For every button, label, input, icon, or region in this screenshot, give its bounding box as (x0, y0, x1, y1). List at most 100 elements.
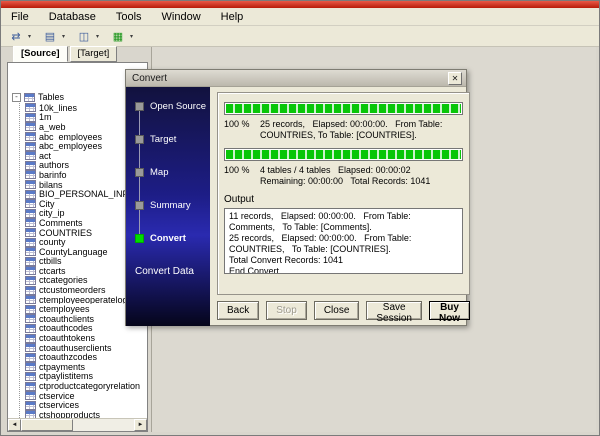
close-button[interactable]: Close (314, 301, 360, 320)
step-label: Map (150, 167, 168, 178)
table-icon (25, 295, 36, 304)
tree-item-label: ctcategories (39, 276, 88, 286)
wizard-step-map: Map (135, 167, 210, 178)
table-icon (25, 218, 36, 227)
tree-item[interactable]: ctpayments (25, 362, 145, 372)
output-line: Total Convert Records: 1041 (229, 255, 458, 266)
table-icon (25, 161, 36, 170)
dialog-buttons: Back Stop Close Save Session Buy Now (217, 301, 470, 320)
menu-tools[interactable]: Tools (114, 10, 144, 24)
menu-database[interactable]: Database (47, 10, 98, 24)
step-label: Convert (150, 233, 186, 244)
tree-item[interactable]: ctservice (25, 391, 145, 401)
menu-window[interactable]: Window (160, 10, 203, 24)
tree-item[interactable]: ctpaylistitems (25, 372, 145, 382)
step-marker-icon (135, 234, 144, 243)
save-session-button[interactable]: Save Session (366, 301, 422, 320)
table-icon (25, 257, 36, 266)
tree-item[interactable]: ctoauthzcodes (25, 352, 145, 362)
output-log[interactable]: 11 records, Elapsed: 00:00:00. From Tabl… (224, 208, 463, 274)
tree-item-label: City (39, 199, 55, 209)
table-icon (25, 372, 36, 381)
app-window: File Database Tools Window Help ⇄ ▾ ▤ ▾ … (0, 0, 600, 436)
output-label: Output (224, 194, 463, 205)
tree-item-label: 10k_lines (39, 103, 77, 113)
progress-panel: 100 % 25 records, Elapsed: 00:00:00. Fro… (217, 92, 470, 295)
scroll-left-icon[interactable]: ◄ (8, 419, 21, 431)
total-progress-bar (224, 148, 463, 161)
step-marker-icon (135, 102, 144, 111)
tree-item[interactable]: ctoauthtokens (25, 333, 145, 343)
stop-button: Stop (266, 301, 307, 320)
table-progress-percent: 100 % (224, 119, 260, 141)
tree-item-label: ctoauthuserclients (39, 343, 112, 353)
table-progress-text: 25 records, Elapsed: 00:00:00. From Tabl… (260, 119, 463, 141)
table-icon (25, 382, 36, 391)
chevron-down-icon[interactable]: ▾ (59, 33, 68, 40)
tree-item-label: ctoauthclients (39, 314, 94, 324)
table-icon (25, 266, 36, 275)
step-marker-icon (135, 135, 144, 144)
table-progress-bar (224, 102, 463, 115)
scrollbar-thumb[interactable] (21, 419, 73, 431)
table-icon (25, 122, 36, 131)
tree-item-label: BIO_PERSONAL_INF (39, 189, 128, 199)
tree-item-label: ctcarts (39, 266, 66, 276)
tree-item[interactable]: ctproductcategoryrelation (25, 381, 145, 391)
step-label: Open Source (150, 101, 206, 112)
table-icon (25, 113, 36, 122)
table-icon (25, 190, 36, 199)
tree-item-label: ctcustomeorders (39, 285, 106, 295)
tree-item-label: act (39, 151, 51, 161)
tree-horizontal-scrollbar[interactable]: ◄ ► (8, 418, 147, 431)
convert-tool-icon[interactable]: ⇄ (7, 28, 25, 45)
tree-item-label: ctproductcategoryrelation (39, 381, 140, 391)
buy-now-button[interactable]: Buy Now (429, 301, 470, 320)
step-marker-icon (135, 201, 144, 210)
window-titlebar[interactable] (1, 1, 599, 8)
table-icon (25, 391, 36, 400)
tree-item-label: ctoauthtokens (39, 333, 95, 343)
scroll-right-icon[interactable]: ► (134, 419, 147, 431)
menu-help[interactable]: Help (219, 10, 246, 24)
tree-item[interactable]: ctservices (25, 400, 145, 410)
toolbar: ⇄ ▾ ▤ ▾ ◫ ▾ ▦ ▾ (1, 26, 599, 47)
step-label: Target (150, 134, 176, 145)
back-button[interactable]: Back (217, 301, 259, 320)
menu-file[interactable]: File (9, 10, 31, 24)
tree-item-label: ctservice (39, 391, 75, 401)
dialog-titlebar[interactable]: Convert ✕ (126, 70, 466, 87)
total-progress-percent: 100 % (224, 165, 260, 187)
total-progress-text: 4 tables / 4 tables Elapsed: 00:00:02 Re… (260, 165, 463, 187)
tree-item-label: CountyLanguage (39, 247, 108, 257)
chevron-down-icon[interactable]: ▾ (25, 33, 34, 40)
wizard-step-target: Target (135, 134, 210, 145)
table-icon (25, 180, 36, 189)
tree-item-label: abc_employees (39, 132, 102, 142)
table-icon (25, 401, 36, 410)
tree-item[interactable]: ctoauthuserclients (25, 343, 145, 353)
database-tool-icon[interactable]: ▤ (41, 28, 59, 45)
table-tool-icon[interactable]: ▦ (109, 28, 127, 45)
close-icon[interactable]: ✕ (448, 72, 462, 85)
tree-item-label: ctpayments (39, 362, 85, 372)
chevron-down-icon[interactable]: ▾ (127, 33, 136, 40)
output-line: 11 records, Elapsed: 00:00:00. From Tabl… (229, 211, 458, 233)
chevron-down-icon[interactable]: ▾ (93, 33, 102, 40)
tab-source[interactable]: [Source] (13, 46, 68, 62)
menu-bar: File Database Tools Window Help (1, 8, 599, 26)
table-icon (24, 93, 35, 102)
sidebar-caption: Convert Data (135, 266, 210, 277)
wizard-step-convert: Convert (135, 233, 210, 244)
tree-item-label: county (39, 237, 66, 247)
tree-item-label: a_web (39, 122, 66, 132)
collapse-icon[interactable]: - (12, 93, 21, 102)
convert-dialog: Convert ✕ Open SourceTargetMapSummaryCon… (125, 69, 467, 326)
window-tool-icon[interactable]: ◫ (75, 28, 93, 45)
table-icon (25, 238, 36, 247)
tab-target[interactable]: [Target] (70, 46, 118, 62)
table-icon (25, 228, 36, 237)
table-icon (25, 343, 36, 352)
tree-item-label: Comments (39, 218, 83, 228)
table-icon (25, 362, 36, 371)
